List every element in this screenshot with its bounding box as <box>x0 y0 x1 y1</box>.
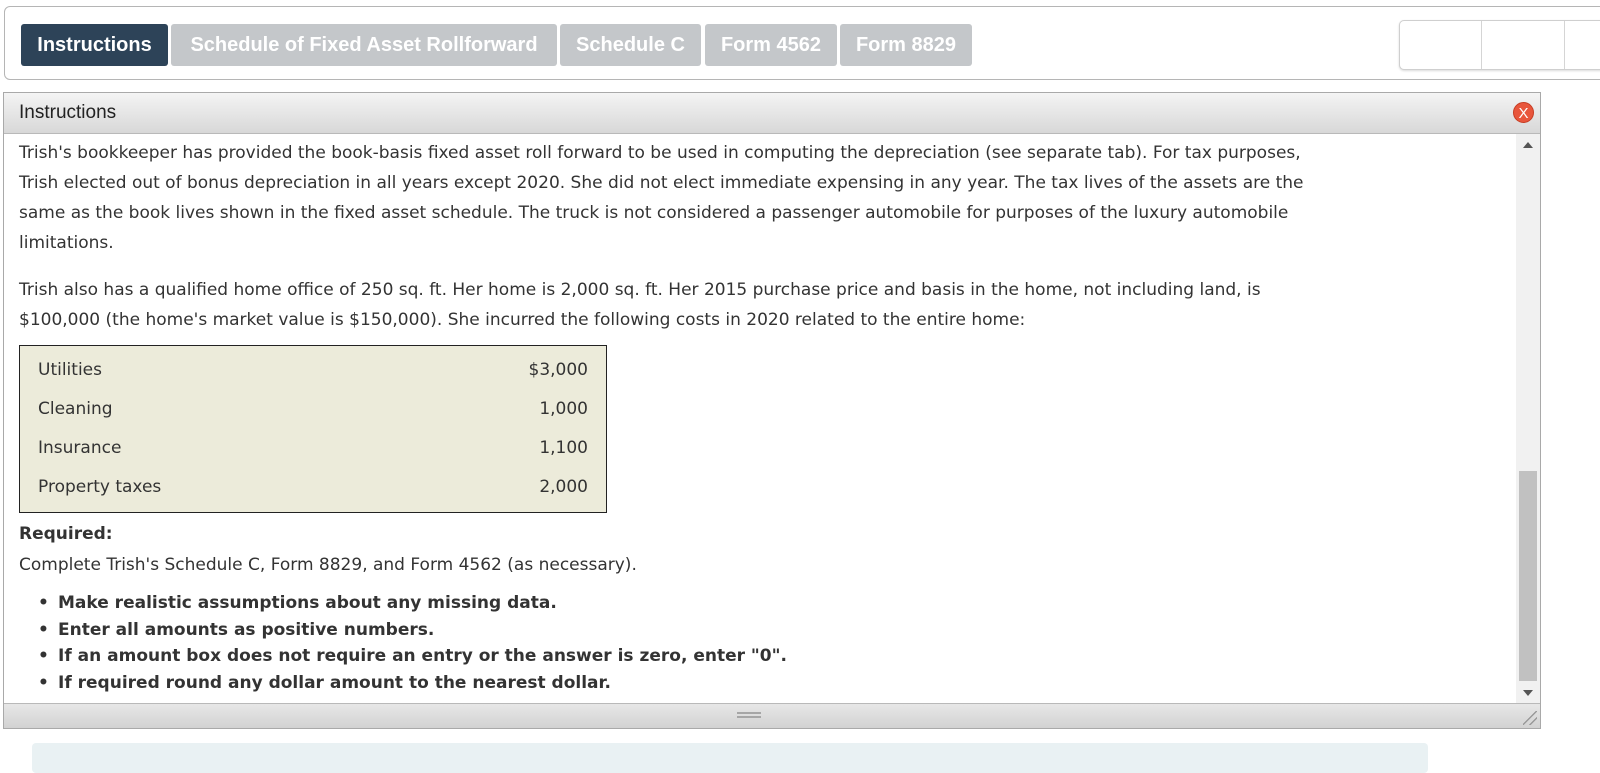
close-button[interactable]: X <box>1513 102 1534 123</box>
required-text: Complete Trish's Schedule C, Form 8829, … <box>19 555 637 575</box>
dialog-body: Trish's bookkeeper has provided the book… <box>4 134 1516 704</box>
tab-schedule-c[interactable]: Schedule C <box>560 24 701 66</box>
table-row: Insurance 1,100 <box>20 429 606 468</box>
tab-form-8829[interactable]: Form 8829 <box>840 24 972 66</box>
dialog-title: Instructions <box>19 102 117 123</box>
list-item: If required round any dollar amount to t… <box>38 670 787 697</box>
resize-grip-icon[interactable] <box>1523 711 1537 725</box>
cost-label: Property taxes <box>38 477 162 497</box>
scrollbar-thumb[interactable] <box>1519 471 1537 681</box>
list-item: If an amount box does not require an ent… <box>38 643 787 670</box>
home-office-paragraph: Trish also has a qualified home office o… <box>19 280 1261 330</box>
cost-label: Insurance <box>38 438 122 458</box>
list-item: Enter all amounts as positive numbers. <box>38 617 787 644</box>
content-panel <box>32 743 1428 773</box>
intro-paragraph: Trish's bookkeeper has provided the book… <box>19 143 1304 253</box>
cost-value: 2,000 <box>539 477 588 497</box>
toolbar-divider <box>1564 21 1565 69</box>
table-row: Utilities $3,000 <box>20 351 606 390</box>
tab-bar: Instructions Schedule of Fixed Asset Rol… <box>4 6 1600 80</box>
toolbar-button-group[interactable] <box>1399 20 1600 70</box>
drag-handle-icon[interactable] <box>737 712 761 718</box>
instruction-bullets: Make realistic assumptions about any mis… <box>38 590 787 697</box>
table-row: Cleaning 1,000 <box>20 390 606 429</box>
cost-value: $3,000 <box>528 360 588 380</box>
toolbar-divider <box>1481 21 1482 69</box>
tab-instructions[interactable]: Instructions <box>21 24 168 66</box>
table-row: Property taxes 2,000 <box>20 468 606 507</box>
cost-label: Cleaning <box>38 399 113 419</box>
dialog-footer <box>4 703 1540 728</box>
scroll-down-arrow-icon[interactable] <box>1523 690 1533 696</box>
required-heading: Required: <box>19 524 113 544</box>
instructions-dialog: Instructions X Trish's bookkeeper has pr… <box>3 92 1541 729</box>
home-costs-table: Utilities $3,000 Cleaning 1,000 Insuranc… <box>19 345 607 513</box>
cost-value: 1,000 <box>539 399 588 419</box>
list-item: Make realistic assumptions about any mis… <box>38 590 787 617</box>
tab-form-4562[interactable]: Form 4562 <box>705 24 837 66</box>
vertical-scrollbar[interactable] <box>1516 134 1540 704</box>
dialog-header[interactable]: Instructions X <box>4 93 1540 134</box>
cost-label: Utilities <box>38 360 102 380</box>
tab-fixed-asset-rollforward[interactable]: Schedule of Fixed Asset Rollforward <box>171 24 557 66</box>
scroll-up-arrow-icon[interactable] <box>1523 142 1533 148</box>
cost-value: 1,100 <box>539 438 588 458</box>
